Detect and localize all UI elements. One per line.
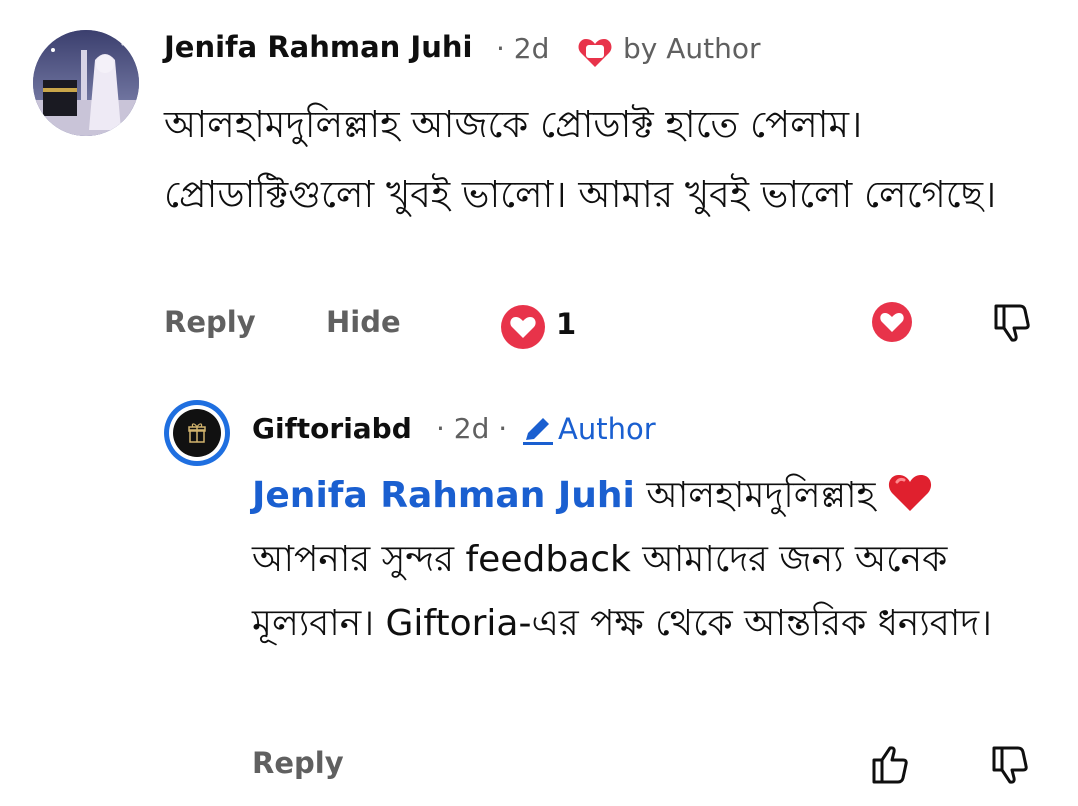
dislike-button[interactable] (990, 300, 1034, 344)
avatar-image (33, 30, 139, 136)
red-heart-emoji-icon (887, 470, 933, 511)
thumbs-down-icon (992, 746, 1028, 784)
dislike-button[interactable] (988, 742, 1034, 788)
pencil-icon (520, 414, 554, 446)
reply-button[interactable]: Reply (164, 305, 256, 339)
thumbs-up-icon (872, 746, 908, 784)
thumbs-down-icon (994, 304, 1030, 342)
reply-actions: Reply (252, 740, 1052, 790)
reply-time: · 2d · (436, 412, 508, 445)
mention-link[interactable]: Jenifa Rahman Juhi (252, 475, 635, 516)
comment-actions: Reply Hide 1 (164, 300, 1044, 350)
author-badge: Author (558, 412, 656, 446)
avatar[interactable] (33, 30, 139, 136)
comment-text: আলহামদুলিল্লাহ আজকে প্রোডাক্ট হাতে পেলাম… (164, 103, 997, 216)
reply-text-part: আলহামদুলিল্লাহ (634, 475, 887, 516)
hearted-by-author-label: by Author (623, 32, 761, 65)
reply-button[interactable]: Reply (252, 746, 344, 780)
reply-text: Jenifa Rahman Juhi আলহামদুলিল্লাহ আপনার … (252, 464, 1052, 656)
heart-icon[interactable] (500, 304, 546, 350)
heart-button[interactable] (870, 300, 914, 344)
heart-icon (872, 302, 912, 342)
comment-author[interactable]: Jenifa Rahman Juhi (164, 30, 472, 64)
avatar[interactable] (164, 400, 230, 466)
like-button[interactable] (868, 742, 914, 788)
reply-author[interactable]: Giftoriabd (252, 412, 412, 445)
hide-button[interactable]: Hide (326, 305, 401, 339)
reply-text-part: আপনার সুন্দর feedback আমাদের জন্য অনেক ম… (252, 539, 993, 644)
creator-heart-icon (577, 38, 613, 68)
gift-icon (188, 423, 206, 443)
comment-time: · 2d (496, 32, 550, 65)
giftoria-logo (173, 409, 221, 457)
heart-count: 1 (556, 307, 577, 341)
